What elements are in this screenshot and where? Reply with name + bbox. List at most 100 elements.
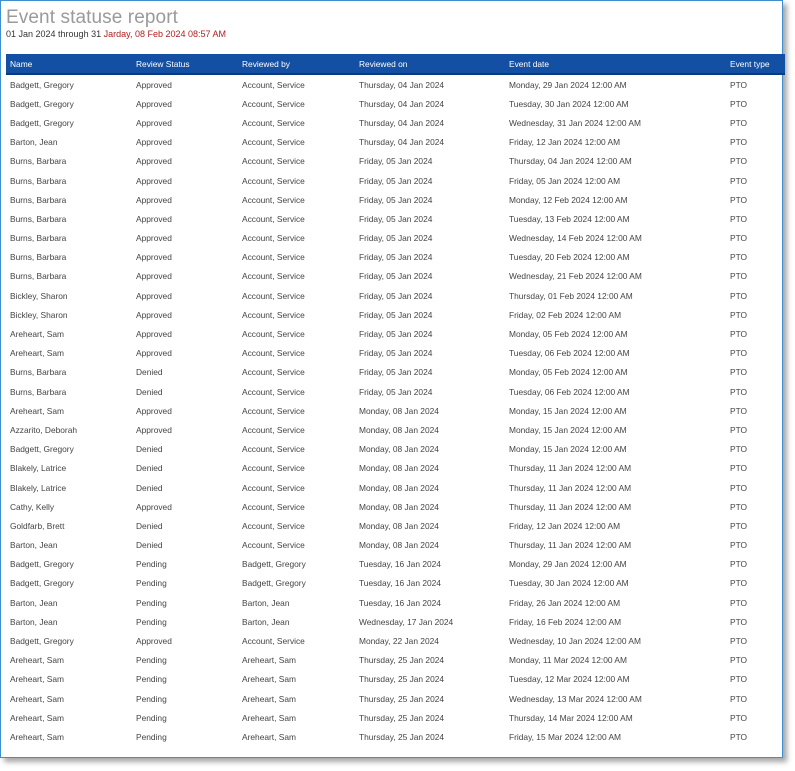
cell-reviewed-on: Friday, 05 Jan 2024 xyxy=(359,348,433,359)
cell-reviewed-by: Account, Service xyxy=(242,424,305,435)
cell-review-status: Denied xyxy=(136,463,163,474)
cell-event-date: Thursday, 04 Jan 2024 12:00 AM xyxy=(509,156,632,167)
table-row[interactable]: Areheart, Sam Approved Account, Service Mon… xyxy=(6,401,785,420)
cell-reviewed-on: Thursday, 04 Jan 2024 xyxy=(359,137,445,148)
cell-reviewed-on: Friday, 05 Jan 2024 xyxy=(359,156,433,167)
table-row[interactable]: Areheart, Sam Pending Areheart, Sam Thursda… xyxy=(6,708,785,727)
cell-reviewed-on: Monday, 08 Jan 2024 xyxy=(359,444,439,455)
table-row[interactable]: Burns, Barbara Approved Account, Service Fr… xyxy=(6,190,785,209)
table-row[interactable]: Areheart, Sam Pending Areheart, Sam Thursda… xyxy=(6,689,785,708)
cell-event-date: Thursday, 11 Jan 2024 12:00 AM xyxy=(509,501,632,512)
cell-event-date: Tuesday, 30 Jan 2024 12:00 AM xyxy=(509,578,629,589)
cell-event-date: Friday, 05 Jan 2024 12:00 AM xyxy=(509,175,621,186)
cell-name: Areheart, Sam xyxy=(10,712,64,723)
table-row[interactable]: Barton, Jean Approved Account, Service Thur… xyxy=(6,133,785,152)
cell-reviewed-on: Friday, 05 Jan 2024 xyxy=(359,271,433,282)
cell-name: Burns, Barbara xyxy=(10,252,67,263)
cell-reviewed-on: Friday, 05 Jan 2024 xyxy=(359,175,433,186)
table-row[interactable]: Bickley, Sharon Approved Account, Service F… xyxy=(6,305,785,324)
cell-reviewed-on: Tuesday, 16 Jan 2024 xyxy=(359,578,441,589)
table-row[interactable]: Azzarito, Deborah Approved Account, Servic… xyxy=(6,420,785,439)
cell-review-status: Denied xyxy=(136,444,163,455)
cell-event-date: Thursday, 11 Jan 2024 12:00 AM xyxy=(509,482,632,493)
table-row[interactable]: Badgett, Gregory Denied Account, Service Mo… xyxy=(6,440,785,459)
table-row[interactable]: Areheart, Sam Approved Account, Service Fri… xyxy=(6,324,785,343)
table-row[interactable]: Burns, Barbara Denied Account, Service Frid… xyxy=(6,382,785,401)
table-row[interactable]: Barton, Jean Denied Account, Service Monday… xyxy=(6,536,785,555)
table-row[interactable]: Burns, Barbara Approved Account, Service Fr… xyxy=(6,248,785,267)
table-row[interactable]: Areheart, Sam Approved Account, Service Fri… xyxy=(6,344,785,363)
cell-name: Badgett, Gregory xyxy=(10,578,74,589)
cell-event-type: PTO xyxy=(730,290,748,301)
table-row[interactable]: Burns, Barbara Approved Account, Service Fr… xyxy=(6,152,785,171)
cell-event-type: PTO xyxy=(730,233,748,244)
cell-reviewed-by: Account, Service xyxy=(242,463,305,474)
cell-event-type: PTO xyxy=(730,501,748,512)
table-row[interactable]: Bickley, Sharon Approved Account, Service F… xyxy=(6,286,785,305)
cell-review-status: Denied xyxy=(136,540,163,551)
table-row[interactable]: Blakely, Latrice Denied Account, Service Mo… xyxy=(6,459,785,478)
cell-event-type: PTO xyxy=(730,597,748,608)
table-row[interactable]: Badgett, Gregory Pending Badgett, Gregory T… xyxy=(6,555,785,574)
header-event-type[interactable]: Event type xyxy=(726,54,785,75)
cell-event-date: Thursday, 14 Mar 2024 12:00 AM xyxy=(509,712,633,723)
table-row[interactable]: Badgett, Gregory Pending Badgett, Gregory T… xyxy=(6,574,785,593)
table-row[interactable]: Areheart, Sam Pending Areheart, Sam Thursda… xyxy=(6,651,785,670)
table-row[interactable]: Cathy, Kelly Approved Account, Service Mond… xyxy=(6,497,785,516)
cell-name: Burns, Barbara xyxy=(10,271,67,282)
cell-event-date: Monday, 05 Feb 2024 12:00 AM xyxy=(509,367,628,378)
header-reviewed-by[interactable]: Reviewed by xyxy=(238,54,355,75)
cell-reviewed-on: Thursday, 25 Jan 2024 xyxy=(359,655,445,666)
cell-review-status: Approved xyxy=(136,405,172,416)
cell-reviewed-on: Thursday, 04 Jan 2024 xyxy=(359,98,445,109)
cell-event-date: Tuesday, 06 Feb 2024 12:00 AM xyxy=(509,386,630,397)
cell-reviewed-by: Account, Service xyxy=(242,137,305,148)
cell-reviewed-on: Tuesday, 16 Jan 2024 xyxy=(359,597,441,608)
cell-reviewed-on: Monday, 08 Jan 2024 xyxy=(359,405,439,416)
table-row[interactable]: Blakely, Latrice Denied Account, Service Mo… xyxy=(6,478,785,497)
cell-event-type: PTO xyxy=(730,79,748,90)
cell-event-type: PTO xyxy=(730,731,748,742)
cell-name: Badgett, Gregory xyxy=(10,79,74,90)
cell-review-status: Approved xyxy=(136,252,172,263)
table-row[interactable]: Burns, Barbara Approved Account, Service Fr… xyxy=(6,171,785,190)
cell-reviewed-by: Account, Service xyxy=(242,636,305,647)
table-row[interactable]: Areheart, Sam Pending Areheart, Sam Thursda… xyxy=(6,670,785,689)
cell-event-date: Friday, 12 Jan 2024 12:00 AM xyxy=(509,137,621,148)
table-row[interactable]: Barton, Jean Pending Barton, Jean Wednesday… xyxy=(6,612,785,631)
table-row[interactable]: Badgett, Gregory Approved Account, Service… xyxy=(6,631,785,650)
cell-reviewed-by: Account, Service xyxy=(242,540,305,551)
header-reviewed-on[interactable]: Reviewed on xyxy=(355,54,505,75)
cell-name: Barton, Jean xyxy=(10,616,58,627)
cell-reviewed-on: Friday, 05 Jan 2024 xyxy=(359,367,433,378)
header-name[interactable]: Name xyxy=(6,54,132,75)
table-row[interactable]: Barton, Jean Pending Barton, Jean Tuesday, … xyxy=(6,593,785,612)
table-row[interactable]: Areheart, Sam Pending Areheart, Sam Thursda… xyxy=(6,727,785,746)
table-row[interactable]: Burns, Barbara Denied Account, Service Frid… xyxy=(6,363,785,382)
cell-reviewed-by: Account, Service xyxy=(242,444,305,455)
table-row[interactable]: Goldfarb, Brett Denied Account, Service Mon… xyxy=(6,516,785,535)
cell-name: Burns, Barbara xyxy=(10,175,67,186)
cell-event-type: PTO xyxy=(730,175,748,186)
cell-name: Goldfarb, Brett xyxy=(10,520,65,531)
table-row[interactable]: Burns, Barbara Approved Account, Service Fr… xyxy=(6,229,785,248)
cell-reviewed-by: Account, Service xyxy=(242,194,305,205)
cell-reviewed-by: Barton, Jean xyxy=(242,597,290,608)
cell-review-status: Pending xyxy=(136,616,167,627)
cell-event-type: PTO xyxy=(730,309,748,320)
header-review-status[interactable]: Review Status xyxy=(132,54,238,75)
cell-name: Burns, Barbara xyxy=(10,194,67,205)
table-row[interactable]: Badgett, Gregory Approved Account, Service… xyxy=(6,74,785,94)
header-event-date[interactable]: Event date xyxy=(505,54,726,75)
table-row[interactable]: Badgett, Gregory Approved Account, Service… xyxy=(6,113,785,132)
cell-reviewed-on: Thursday, 25 Jan 2024 xyxy=(359,693,445,704)
table-row[interactable]: Badgett, Gregory Approved Account, Service… xyxy=(6,94,785,113)
cell-reviewed-by: Account, Service xyxy=(242,329,305,340)
table-row[interactable]: Burns, Barbara Approved Account, Service Fr… xyxy=(6,267,785,286)
cell-reviewed-by: Account, Service xyxy=(242,367,305,378)
cell-event-type: PTO xyxy=(730,348,748,359)
cell-review-status: Approved xyxy=(136,98,172,109)
table-row[interactable]: Burns, Barbara Approved Account, Service Fr… xyxy=(6,209,785,228)
cell-reviewed-on: Friday, 05 Jan 2024 xyxy=(359,329,433,340)
event-status-table: Name Review Status Reviewed by Reviewed … xyxy=(6,54,785,747)
